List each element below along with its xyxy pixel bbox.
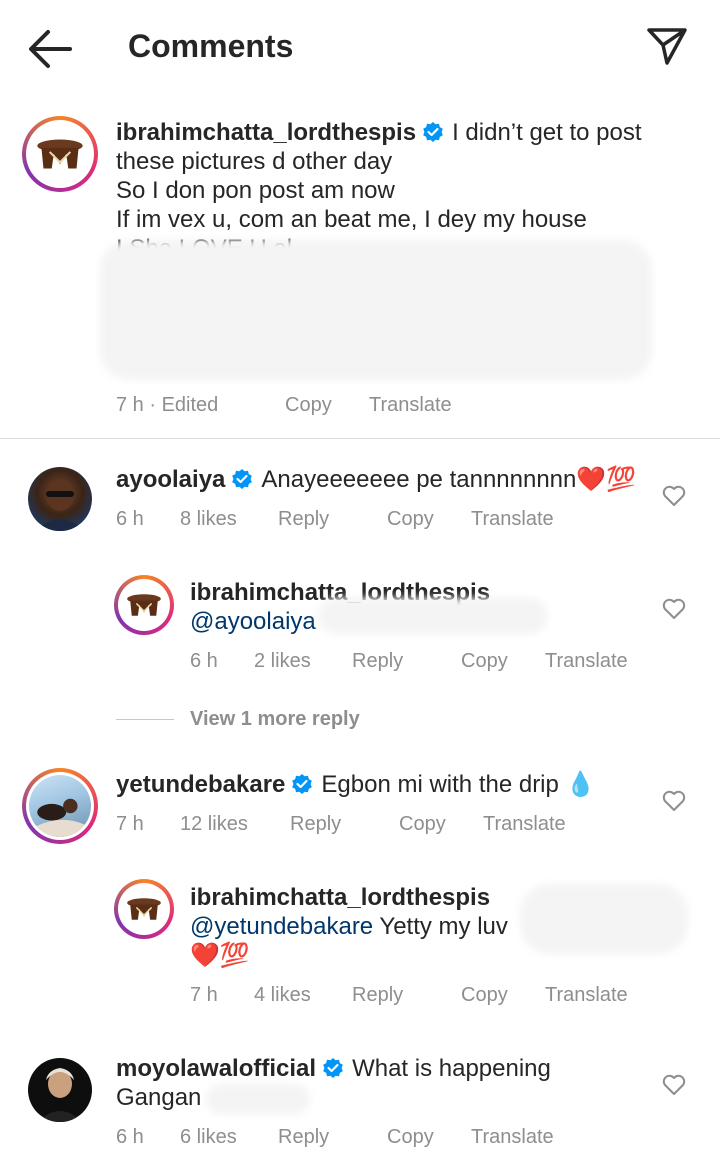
likes-count[interactable]: 2 likes [254,650,311,673]
verified-badge-icon [292,774,313,794]
comment-time: 6 h [190,650,218,672]
reply-body: ibrahimchatta_lordthespis @yetundebakare… [190,883,508,970]
reply-button[interactable]: Reply [290,813,341,836]
translate-button[interactable]: Translate [545,650,628,673]
caption-username[interactable]: ibrahimchatta_lordthespis [116,119,416,146]
comment-text: Egbon mi with the drip [321,771,559,798]
blurred-area [206,1084,310,1114]
comment-emoji: 💧 [565,771,596,798]
page-title: Comments [128,28,294,64]
copy-button[interactable]: Copy [387,1126,434,1149]
translate-button[interactable]: Translate [471,1126,554,1149]
reply-button[interactable]: Reply [352,650,403,673]
stool-logo-icon [127,594,161,616]
avatar[interactable] [28,467,92,531]
caption-line-4: If im vex u, com an beat me, I dey my ho… [116,206,587,233]
translate-button[interactable]: Translate [483,813,566,836]
comment-time: 6 h [116,508,144,530]
comment-username[interactable]: ibrahimchatta_lordthespis [190,883,508,912]
view-more-label[interactable]: View 1 more reply [190,708,360,731]
reply-button[interactable]: Reply [352,984,403,1007]
heart-icon[interactable] [662,1074,686,1096]
comment-time: 7 h [116,813,144,835]
comment-meta: 6 h 8 likes Reply Copy Translate [116,508,616,534]
caption-line-1: I didn’t get to post [452,119,642,146]
copy-button[interactable]: Copy [399,813,446,836]
comment-username[interactable]: moyolawalofficial [116,1055,316,1082]
verified-badge-icon [423,122,443,142]
caption-line-2: these pictures d other day [116,148,393,175]
verified-badge-icon [323,1058,343,1078]
comment-body: moyolawalofficial What is happening Ganga… [116,1054,551,1112]
blurred-area [100,240,652,380]
arrow-left-icon[interactable] [26,28,72,70]
comment-text: What is happening [352,1055,551,1082]
divider [0,438,720,439]
likes-count[interactable]: 4 likes [254,984,311,1007]
comment-meta: 6 h 2 likes Reply Copy Translate [190,650,650,676]
comment-username[interactable]: ayoolaiya [116,466,225,493]
comment-text: Anayeeeeeee pe tannnnnnnn [261,466,577,493]
stool-logo-icon [37,139,83,169]
comment-username[interactable]: yetundebakare [116,771,285,798]
reply-button[interactable]: Reply [278,1126,329,1149]
comment-time: 6 h [116,1126,144,1148]
copy-button[interactable]: Copy [461,650,508,673]
likes-count[interactable]: 6 likes [180,1126,237,1149]
blurred-area [318,598,548,634]
translate-button[interactable]: Translate [545,984,628,1007]
comment-emoji: ❤️💯 [190,942,250,969]
paper-plane-icon[interactable] [646,26,688,66]
comment-emoji: ❤️💯 [576,466,637,493]
heart-icon[interactable] [662,485,686,507]
verified-badge-icon [232,469,253,489]
heart-icon[interactable] [662,790,686,812]
header-bar: Comments [0,0,720,100]
comment-text-line-2: Gangan [116,1084,202,1111]
copy-button[interactable]: Copy [461,984,508,1007]
likes-count[interactable]: 8 likes [180,508,237,531]
comment-text: Yetty my luv [379,913,508,940]
comment-body: ayoolaiya Anayeeeeeee pe tannnnnnnn❤️💯 [116,465,636,494]
translate-button[interactable]: Translate [471,508,554,531]
avatar[interactable] [22,768,98,844]
likes-count[interactable]: 12 likes [180,813,248,836]
stool-logo-icon [127,898,161,920]
heart-icon[interactable] [662,598,686,620]
copy-button[interactable]: Copy [285,394,332,417]
avatar[interactable] [22,116,98,192]
caption-line-3: So I don pon post am now [116,177,395,204]
avatar[interactable] [28,1058,92,1122]
divider [116,719,174,720]
mention-link[interactable]: @yetundebakare [190,913,373,940]
comment-meta: 7 h 12 likes Reply Copy Translate [116,813,616,839]
comment-meta: 6 h 6 likes Reply Copy Translate [116,1126,616,1152]
comment-meta: 7 h 4 likes Reply Copy Translate [190,984,650,1010]
translate-button[interactable]: Translate [369,394,452,417]
comment-body: yetundebakare Egbon mi with the drip 💧 [116,770,595,799]
caption-time: 7 h · Edited [116,394,219,416]
avatar[interactable] [114,575,174,635]
comment-time: 7 h [190,984,218,1006]
avatar[interactable] [114,879,174,939]
blurred-area [520,884,688,954]
caption-meta: 7 h · Edited Copy Translate [116,394,676,420]
reply-button[interactable]: Reply [278,508,329,531]
copy-button[interactable]: Copy [387,508,434,531]
